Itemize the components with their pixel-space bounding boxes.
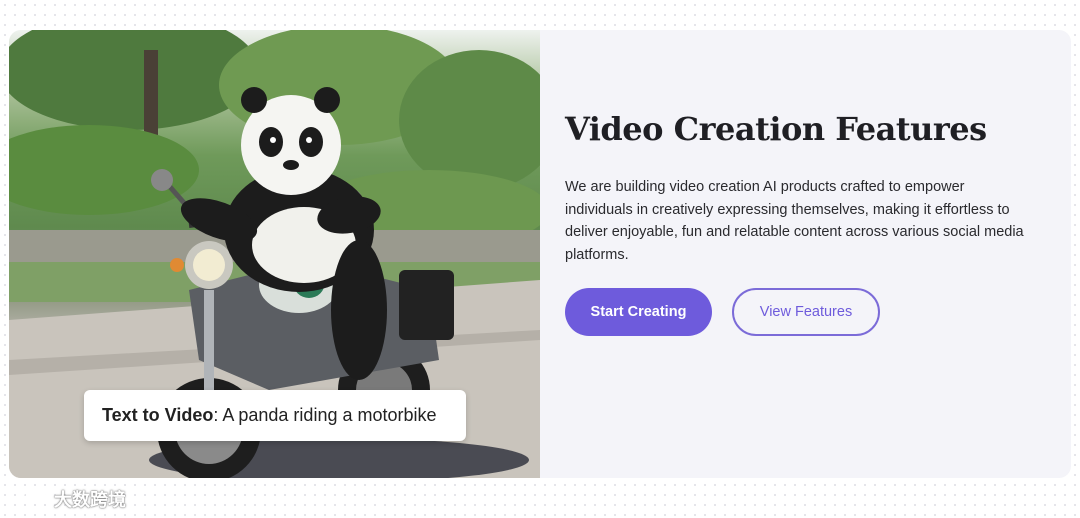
section-description: We are building video creation AI produc…	[565, 179, 1024, 263]
logo-icon	[8, 487, 48, 512]
start-creating-button[interactable]: Start Creating	[565, 288, 712, 336]
watermark-text: 大数跨境	[54, 490, 126, 510]
caption-prompt-text: : A panda riding a motorbike	[213, 405, 437, 425]
section-title: Video Creation Features	[565, 110, 987, 148]
video-preview[interactable]: Text to Video: A panda riding a motorbik…	[9, 30, 540, 478]
cta-group: Start Creating View Features	[565, 288, 880, 336]
watermark: 大数跨境	[8, 486, 126, 512]
view-features-button[interactable]: View Features	[732, 288, 880, 336]
feature-text: Video Creation Features We are building …	[565, 110, 1045, 266]
video-caption: Text to Video: A panda riding a motorbik…	[84, 390, 466, 441]
caption-mode-label: Text to Video	[102, 405, 214, 425]
